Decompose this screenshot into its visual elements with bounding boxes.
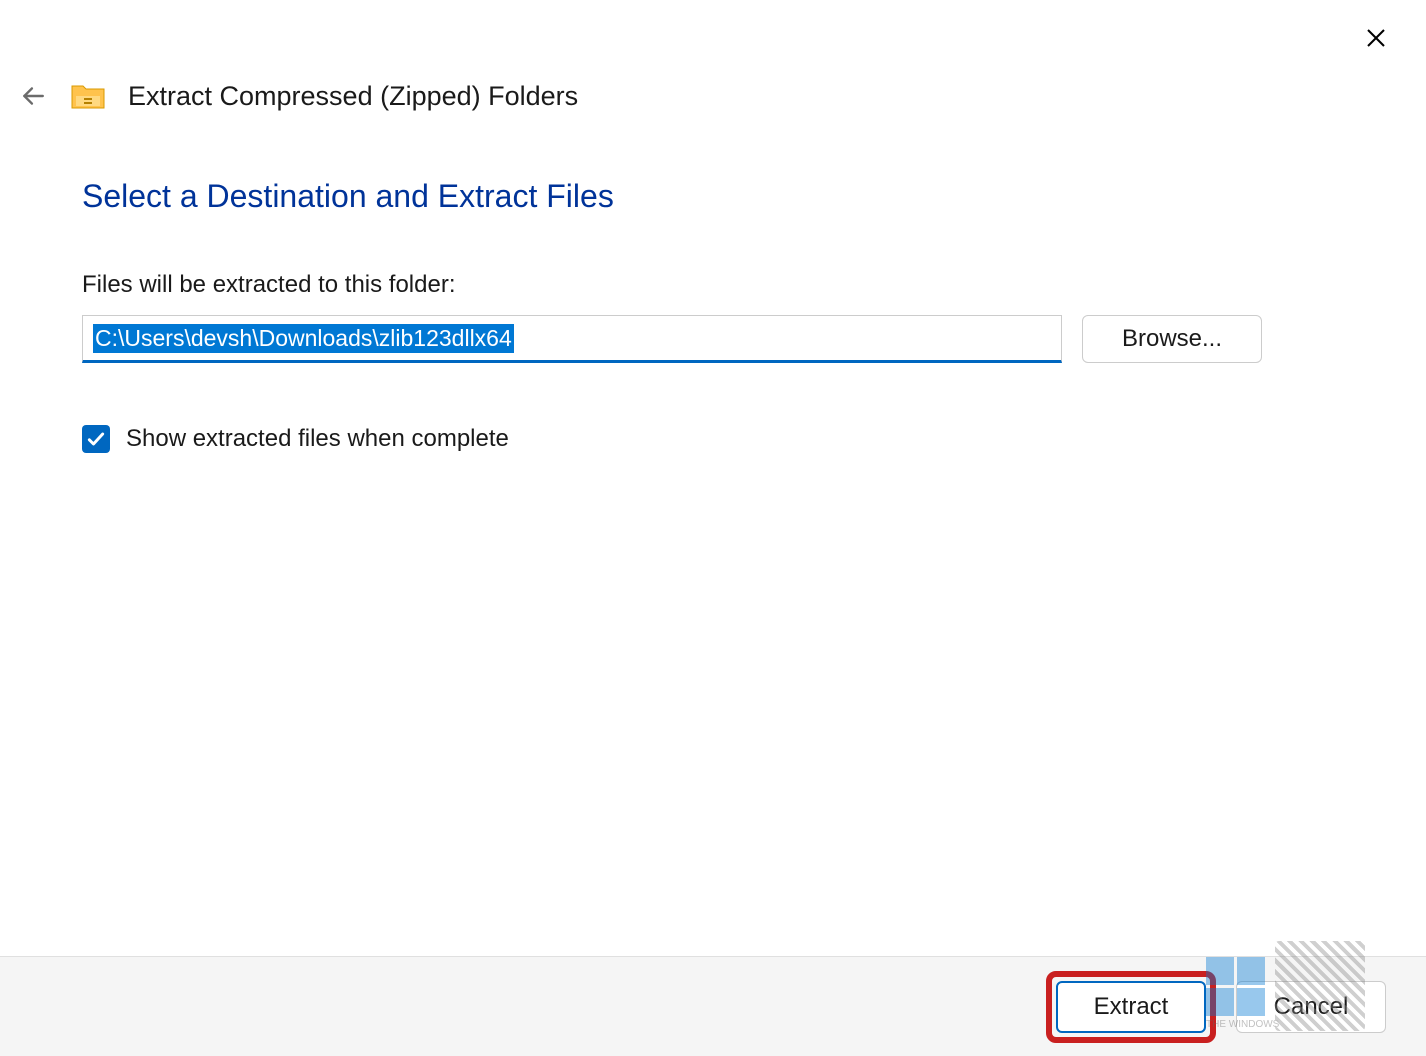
destination-label: Files will be extracted to this folder: — [82, 271, 1262, 299]
dialog-header: Extract Compressed (Zipped) Folders — [18, 78, 578, 114]
windows-logo-icon — [1206, 957, 1265, 1016]
dialog-title: Extract Compressed (Zipped) Folders — [128, 81, 578, 112]
show-files-checkbox[interactable] — [82, 425, 110, 453]
extract-button[interactable]: Extract — [1056, 981, 1206, 1033]
destination-path-value: C:\Users\devsh\Downloads\zlib123dllx64 — [93, 324, 514, 353]
browse-button[interactable]: Browse... — [1082, 315, 1262, 363]
back-arrow-icon[interactable] — [18, 81, 48, 111]
page-heading: Select a Destination and Extract Files — [82, 178, 1262, 215]
watermark-text: THE WINDOWS — [1206, 1019, 1279, 1030]
zip-folder-icon — [70, 78, 106, 114]
show-files-label: Show extracted files when complete — [126, 425, 509, 453]
watermark: THE WINDOWS — [1206, 936, 1406, 1036]
destination-path-input[interactable]: C:\Users\devsh\Downloads\zlib123dllx64 — [82, 315, 1062, 363]
extract-highlight-box: Extract — [1046, 971, 1216, 1043]
close-button[interactable] — [1356, 18, 1396, 58]
main-content: Select a Destination and Extract Files F… — [82, 178, 1262, 453]
qr-code-icon — [1275, 941, 1365, 1031]
